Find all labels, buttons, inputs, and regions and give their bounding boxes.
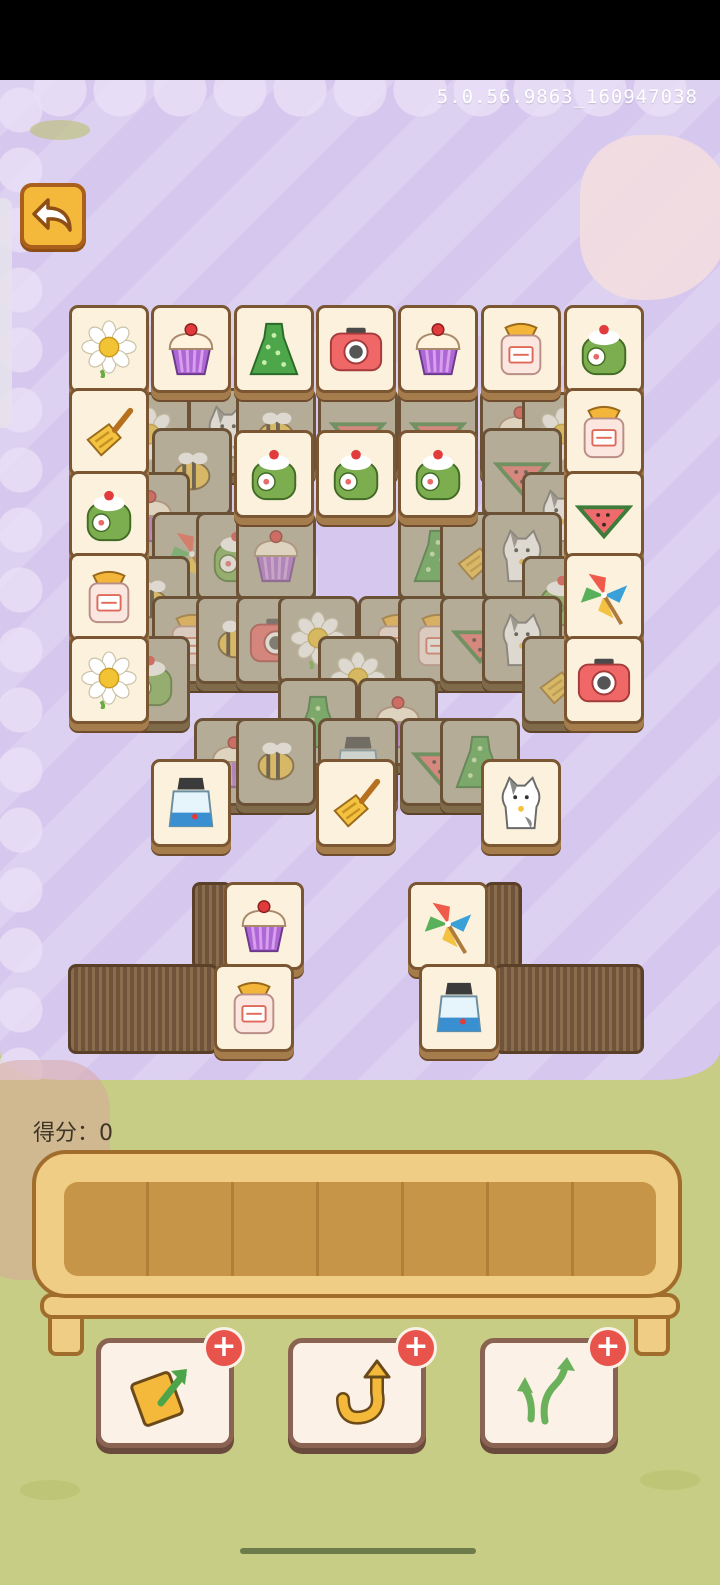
tile-salt[interactable]: [151, 759, 231, 847]
tile-cakeroll[interactable]: [564, 305, 644, 393]
grass-decoration: [20, 1480, 80, 1500]
tile-perfume[interactable]: [69, 553, 149, 641]
score-value: 0: [99, 1121, 114, 1146]
tile-cupcake[interactable]: [224, 882, 304, 970]
add-move-out-badge[interactable]: +: [587, 1327, 629, 1369]
tile-stack: [484, 882, 522, 970]
tile-cupcake[interactable]: [398, 305, 478, 393]
tile-stack: [494, 964, 644, 1054]
tile-cupcake: [236, 512, 316, 600]
tile-cakeroll[interactable]: [234, 430, 314, 518]
add-undo-badge[interactable]: +: [395, 1327, 437, 1369]
tray-slot: [149, 1182, 234, 1276]
side-panel-handle[interactable]: [0, 198, 12, 428]
tile-cakeroll[interactable]: [69, 471, 149, 559]
move-out-button[interactable]: +: [480, 1327, 629, 1448]
tile-watermelon[interactable]: [564, 471, 644, 559]
tile-pinwheel[interactable]: [564, 553, 644, 641]
version-text: 5.0.56.9863_160947038: [436, 86, 698, 108]
tile-dress[interactable]: [234, 305, 314, 393]
shuffle-card-icon: [130, 1369, 187, 1427]
cloud-decoration: [580, 135, 720, 300]
add-shuffle-badge[interactable]: +: [203, 1327, 245, 1369]
tray-slot: [319, 1182, 404, 1276]
tile-flower[interactable]: [69, 636, 149, 724]
tile-pinwheel[interactable]: [408, 882, 488, 970]
grass-decoration: [640, 1470, 700, 1490]
board-gap: [318, 520, 398, 596]
shuffle-button[interactable]: +: [96, 1327, 245, 1448]
tile-cakeroll[interactable]: [398, 430, 478, 518]
status-bar: [0, 0, 720, 80]
tile-cupcake[interactable]: [151, 305, 231, 393]
tile-stack: [68, 964, 218, 1054]
tile-perfume[interactable]: [214, 964, 294, 1052]
tray-slot: [64, 1182, 149, 1276]
tile-perfume[interactable]: [481, 305, 561, 393]
tile-camera[interactable]: [316, 305, 396, 393]
tile-tray: [32, 1150, 682, 1298]
undo-button[interactable]: +: [288, 1327, 437, 1448]
back-button[interactable]: [20, 183, 86, 249]
tile-salt[interactable]: [419, 964, 499, 1052]
home-indicator[interactable]: [240, 1548, 476, 1554]
tray-slot: [574, 1182, 656, 1276]
tray-slot: [489, 1182, 574, 1276]
undo-arrow-icon: [336, 1359, 391, 1425]
grass-decoration: [30, 120, 90, 140]
score-label: 得分：: [33, 1121, 100, 1146]
tray-slot: [234, 1182, 319, 1276]
tile-cat[interactable]: [481, 759, 561, 847]
move-out-arrows-icon: [517, 1357, 575, 1425]
back-arrow-icon: [32, 198, 72, 232]
tile-spatula[interactable]: [69, 388, 149, 476]
tray-slots: [64, 1182, 656, 1276]
tile-spatula[interactable]: [316, 759, 396, 847]
tile-cakeroll[interactable]: [316, 430, 396, 518]
tile-camera[interactable]: [564, 636, 644, 724]
tile-perfume[interactable]: [564, 388, 644, 476]
tile-flower[interactable]: [69, 305, 149, 393]
tray-slot: [404, 1182, 489, 1276]
tile-bee: [236, 718, 316, 806]
score-display: 得分：0: [33, 1115, 113, 1147]
